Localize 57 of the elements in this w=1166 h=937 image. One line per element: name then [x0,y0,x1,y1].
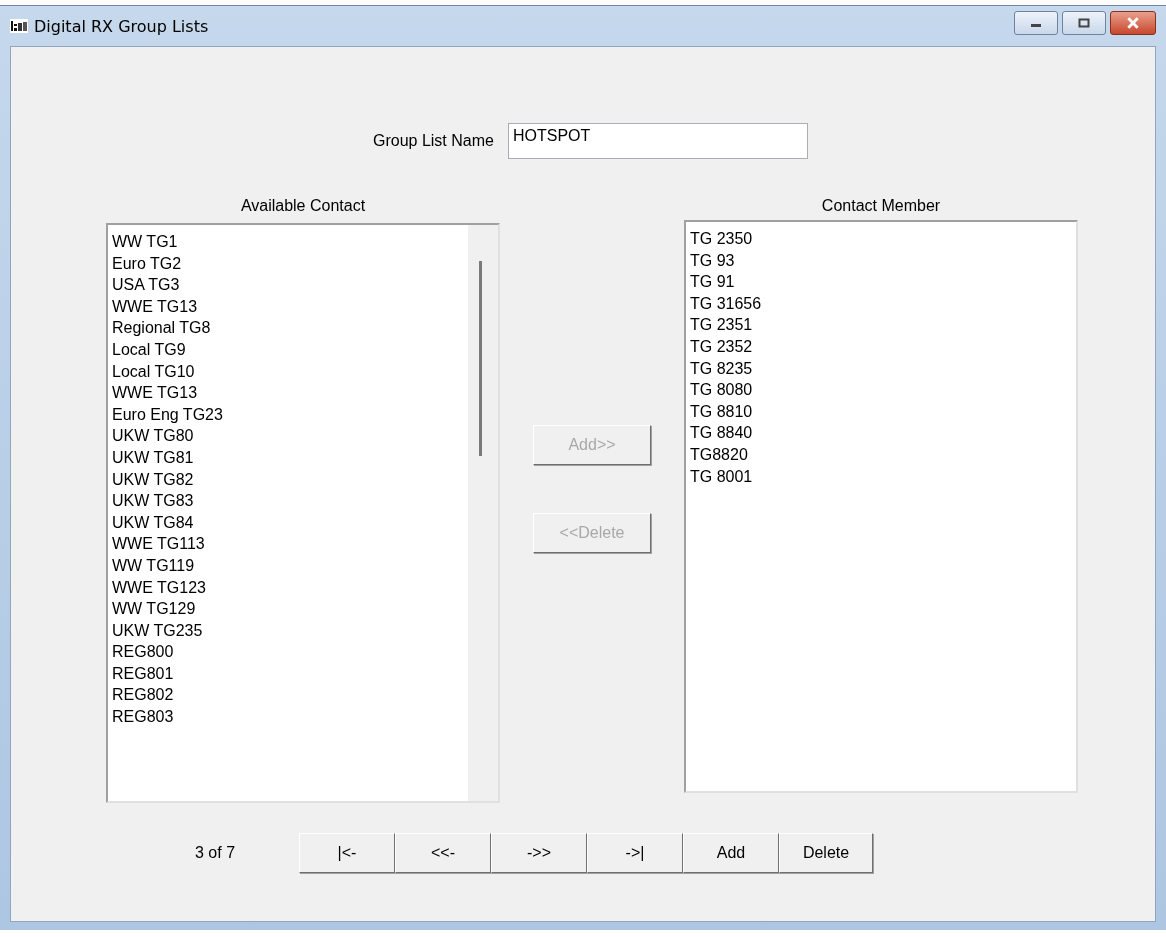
scroll-thumb[interactable] [479,261,482,456]
list-item[interactable]: WW TG1 [112,231,468,253]
list-item[interactable]: TG 2352 [690,335,1076,358]
list-item[interactable]: REG803 [112,706,468,728]
nav-button[interactable]: |<- [299,833,395,873]
list-item[interactable]: Regional TG8 [112,317,468,339]
list-item[interactable]: UKW TG82 [112,468,468,491]
list-item[interactable]: WW TG119 [112,554,468,577]
list-item[interactable]: WWE TG13 [112,382,468,404]
maximize-button[interactable] [1062,11,1106,35]
list-item[interactable]: TG 8001 [690,465,1076,488]
record-position: 3 of 7 [195,844,237,862]
list-item[interactable]: TG 8810 [690,400,1076,423]
nav-button[interactable]: ->| [587,833,683,873]
list-item[interactable]: UKW TG80 [112,425,468,447]
list-item[interactable]: TG 91 [690,271,1076,293]
list-item[interactable]: TG 8080 [690,379,1076,401]
list-item[interactable]: USA TG3 [112,274,468,296]
maximize-icon [1078,18,1090,28]
available-contact-heading: Available Contact [240,197,366,216]
nav-button[interactable]: Add [683,833,779,873]
list-item[interactable]: TG 93 [690,249,1076,272]
list-item[interactable]: Euro Eng TG23 [112,403,468,426]
list-item[interactable]: TG 8840 [690,422,1076,444]
list-item[interactable]: TG 2350 [690,228,1076,250]
list-item[interactable]: UKW TG81 [112,446,468,469]
list-item[interactable]: TG8820 [690,443,1076,466]
list-item[interactable]: UKW TG83 [112,490,468,512]
list-item[interactable]: WW TG129 [112,598,468,620]
list-item[interactable]: Euro TG2 [112,252,468,275]
close-icon [1126,17,1140,29]
list-item[interactable]: TG 31656 [690,292,1076,315]
window-title: Digital RX Group Lists [34,16,209,36]
list-item[interactable]: REG800 [112,641,468,663]
list-item[interactable]: WWE TG123 [112,576,468,599]
minimize-button[interactable] [1014,11,1058,35]
list-item[interactable]: TG 2351 [690,314,1076,336]
group-list-name-label: Group List Name [373,132,494,150]
nav-button[interactable]: Delete [779,833,873,873]
list-item[interactable]: REG801 [112,662,468,685]
list-item[interactable]: REG802 [112,684,468,707]
available-contact-list[interactable] [106,223,500,803]
list-item[interactable]: Local TG10 [112,360,468,383]
list-item[interactable]: TG 8235 [690,357,1076,380]
close-button[interactable] [1110,11,1156,35]
list-item[interactable]: Local TG9 [112,338,468,361]
list-item[interactable]: UKW TG235 [112,619,468,642]
app-icon [10,19,28,33]
nav-button[interactable]: ->> [491,833,587,873]
scroll-bar[interactable] [468,225,498,801]
list-item[interactable]: WWE TG13 [112,295,468,318]
contact-member-list[interactable]: TG 2350 TG 93 TG 91 TG 31656 TG 2351 TG 2352 TG 8235 TG 8080 TG 8810 TG 8840 TG8820 TG 8001 [684,220,1078,793]
contact-member-heading: Contact Member [821,197,941,216]
list-item[interactable]: UKW TG84 [112,511,468,534]
list-item[interactable]: WWE TG113 [112,533,468,555]
nav-button[interactable]: <<- [395,833,491,873]
group-list-name-field[interactable]: HOTSPOT [507,123,808,159]
